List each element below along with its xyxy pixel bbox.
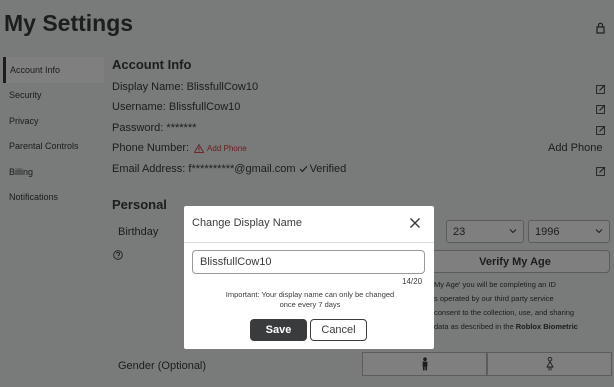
dialog-title: Change Display Name [192, 217, 303, 229]
change-display-name-dialog: Change Display Name 14/20 Important: You… [184, 206, 434, 349]
display-name-input[interactable] [192, 250, 425, 274]
cancel-button[interactable]: Cancel [310, 319, 367, 341]
dialog-divider [184, 242, 434, 243]
save-button[interactable]: Save [250, 319, 307, 341]
important-notice: Important: Your display name can only be… [200, 290, 420, 310]
close-icon[interactable] [409, 217, 421, 229]
important-notice-line: once every 7 days [279, 300, 341, 309]
important-notice-line: Important: Your display name can only be… [225, 290, 395, 299]
character-count: 14/20 [402, 277, 423, 286]
